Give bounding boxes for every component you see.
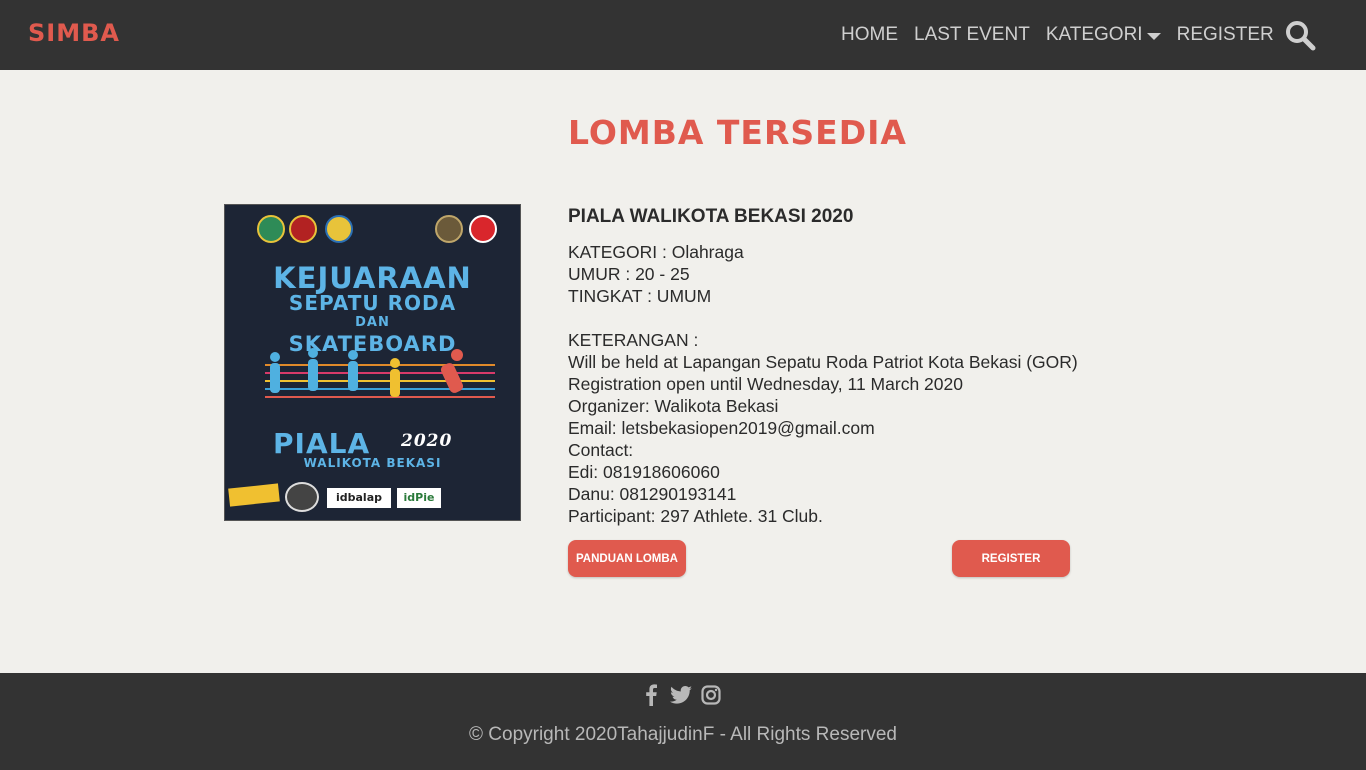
poster-line-2: SEPATU RODA: [288, 291, 457, 315]
register-button[interactable]: REGISTER: [952, 540, 1070, 577]
bekasi-emblem-icon: [257, 215, 285, 243]
instagram-icon[interactable]: [700, 684, 722, 706]
event-umur: UMUR : 20 - 25: [568, 264, 690, 284]
facebook-icon[interactable]: [640, 684, 662, 706]
date-ribbon: [228, 483, 280, 507]
roller-association-icon: [325, 215, 353, 243]
poster-sponsors: idbalap idPie: [225, 480, 520, 520]
sponsor-idpie: idPie: [397, 488, 441, 508]
search-icon[interactable]: [1284, 19, 1316, 51]
poster-line-6: WALIKOTA BEKASI: [303, 456, 442, 470]
nav-home[interactable]: HOME: [841, 24, 898, 46]
social-links: [640, 684, 730, 706]
event-kategori: KATEGORI : Olahraga: [568, 242, 744, 262]
page-title: LOMBA TERSEDIA: [568, 113, 907, 152]
poster-line-1: KEJUARAAN: [273, 261, 472, 295]
poster-year: 2020: [401, 431, 453, 451]
nav-kategori-dropdown[interactable]: KATEGORI: [1046, 24, 1161, 46]
event-title: PIALA WALIKOTA BEKASI 2020: [568, 206, 854, 227]
emblem-icon: [289, 215, 317, 243]
poster-line-3: DAN: [355, 315, 390, 330]
event-venue: Will be held at Lapangan Sepatu Roda Pat…: [568, 352, 1078, 372]
event-keterangan-label: KETERANGAN :: [568, 330, 699, 350]
copyright-text: © Copyright 2020TahajjudinF - All Rights…: [469, 724, 897, 745]
twitter-icon[interactable]: [670, 684, 692, 706]
nav-register[interactable]: REGISTER: [1177, 24, 1274, 46]
navbar: SIMBA HOME LAST EVENT KATEGORI REGISTER: [0, 0, 1366, 70]
event-details: KATEGORI : Olahraga UMUR : 20 - 25 TINGK…: [568, 241, 1088, 527]
event-badge-icon: [435, 215, 463, 243]
event-tingkat: TINGKAT : UMUM: [568, 286, 712, 306]
brand-logo[interactable]: SIMBA: [28, 19, 120, 47]
poster-logos: [255, 215, 504, 249]
caret-down-icon: [1146, 32, 1161, 40]
event-poster-image: KEJUARAAN SEPATU RODA DAN SKATEBOARD PIA…: [224, 204, 521, 521]
sponsor-idbalap: idbalap: [327, 488, 391, 508]
event-email: Email: letsbekasiopen2019@gmail.com: [568, 418, 875, 438]
event-registration-deadline: Registration open until Wednesday, 11 Ma…: [568, 374, 963, 394]
club-logo-icon: [469, 215, 497, 243]
event-organizer: Organizer: Walikota Bekasi: [568, 396, 779, 416]
nav-last-event[interactable]: LAST EVENT: [914, 24, 1030, 46]
event-contact-danu: Danu: 081290193141: [568, 484, 737, 504]
event-participants: Participant: 297 Athlete. 31 Club.: [568, 506, 823, 526]
poster-skaters-graphic: [265, 348, 495, 398]
nav-kategori-label: KATEGORI: [1045, 24, 1143, 45]
footer: © Copyright 2020TahajjudinF - All Rights…: [0, 673, 1366, 770]
event-contact-label: Contact:: [568, 440, 634, 460]
panduan-lomba-button[interactable]: PANDUAN LOMBA: [568, 540, 686, 577]
event-contact-edi: Edi: 081918606060: [568, 462, 720, 482]
nav-menu: HOME LAST EVENT KATEGORI REGISTER: [841, 0, 1290, 70]
touch-badge-icon: [285, 482, 319, 512]
